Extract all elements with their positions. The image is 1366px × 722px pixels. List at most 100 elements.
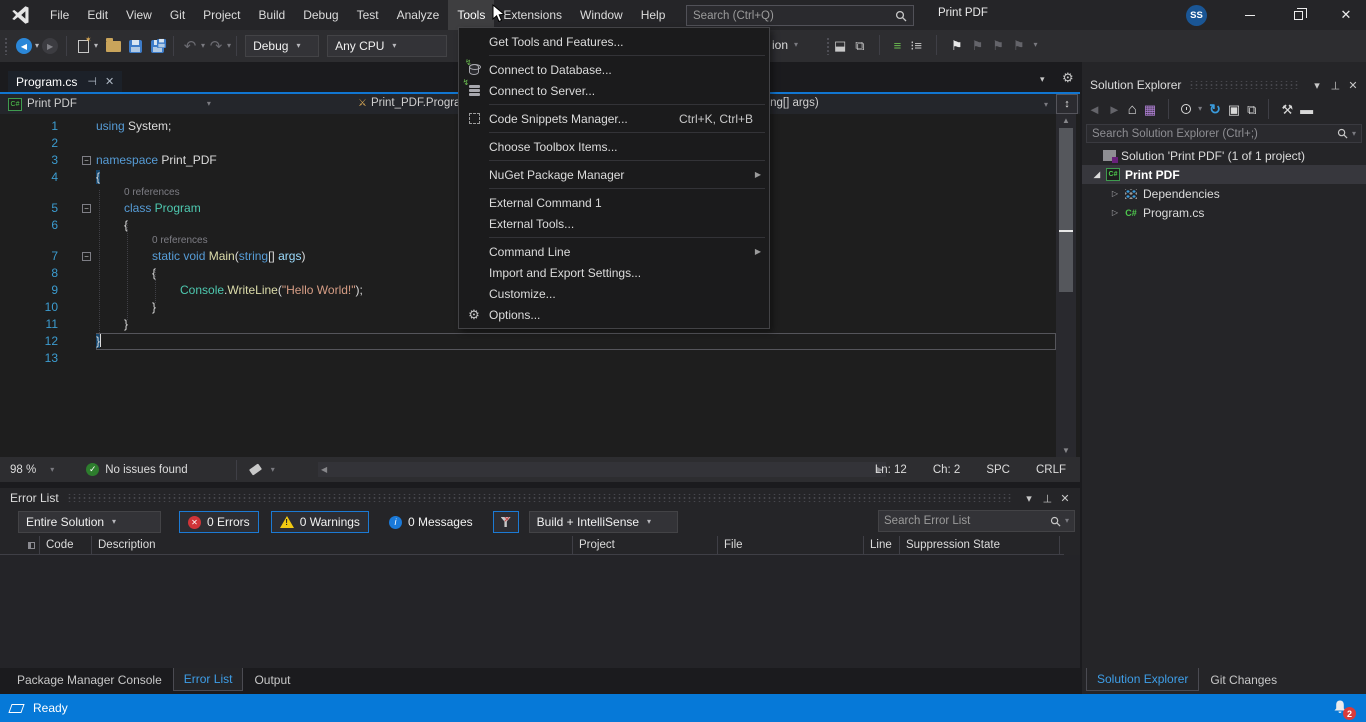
filter-dropdown[interactable]: ▾ (1198, 105, 1202, 113)
column-header-description[interactable]: Description (92, 536, 573, 555)
menu-help[interactable]: Help (632, 0, 675, 30)
solution-explorer-search-box[interactable]: ▾ (1086, 124, 1362, 143)
breadcrumb-member-dropdown[interactable]: ▾ (1044, 101, 1048, 109)
scope-combo[interactable]: Entire Solution▾ (18, 511, 161, 533)
home-icon[interactable]: ⌂ (1128, 102, 1137, 117)
account-avatar[interactable]: SS (1186, 5, 1207, 26)
error-list-search-box[interactable]: ▾ (878, 510, 1075, 532)
toggle-bookmark-icon[interactable]: ⚑ (951, 39, 963, 52)
breadcrumb-file[interactable]: ⚔ Print_PDF.Program (358, 97, 470, 109)
menu-file[interactable]: File (41, 0, 78, 30)
messages-filter-toggle[interactable]: i0 Messages (381, 511, 481, 533)
configuration-combo[interactable]: Debug▾ (245, 35, 319, 57)
expanded-arrow-icon[interactable]: ◢ (1090, 170, 1104, 179)
breadcrumb-project[interactable]: Print PDF (27, 98, 77, 110)
menu-build[interactable]: Build (250, 0, 295, 30)
tab-git-changes[interactable]: Git Changes (1199, 668, 1288, 692)
notification-count-badge[interactable]: 2 (1343, 707, 1356, 720)
toolbar-grip[interactable] (826, 37, 830, 55)
menu-tools[interactable]: Tools (448, 0, 494, 30)
search-options-dropdown[interactable]: ▾ (1065, 517, 1069, 525)
menu-item-connect-to-database[interactable]: Connect to Database... (459, 59, 769, 80)
toolbar-grip[interactable] (4, 37, 8, 55)
column-header-line[interactable]: Line (864, 536, 900, 555)
close-button[interactable]: ✕ (1328, 0, 1364, 30)
tree-item-solution-print-pdf-1-of-1-project[interactable]: Solution 'Print PDF' (1 of 1 project) (1082, 146, 1366, 165)
navigate-forward-button[interactable]: ▶ (39, 35, 61, 57)
warnings-filter-toggle[interactable]: 0 Warnings (271, 511, 369, 533)
menu-item-code-snippets-manager[interactable]: Code Snippets Manager...Ctrl+K, Ctrl+B (459, 108, 769, 129)
column-indicator[interactable]: Ch: 2 (933, 464, 961, 476)
document-list-dropdown-icon[interactable]: ▾ (1040, 74, 1045, 85)
collapsed-arrow-icon[interactable]: ▷ (1108, 189, 1122, 198)
pin-panel-icon[interactable]: ⊣ (1329, 76, 1342, 94)
menu-item-options[interactable]: ⚙Options... (459, 304, 769, 325)
menu-analyze[interactable]: Analyze (388, 0, 449, 30)
menu-window[interactable]: Window (571, 0, 632, 30)
collapsed-arrow-icon[interactable]: ▷ (1108, 208, 1122, 217)
preview-selected-icon[interactable]: ⧉ (1247, 103, 1256, 116)
pin-panel-icon[interactable]: ⊣ (1041, 489, 1054, 507)
bookmarks-dropdown[interactable]: ▾ (1034, 41, 1038, 49)
zoom-dropdown[interactable]: ▾ (50, 466, 54, 474)
column-header-file[interactable]: File (718, 536, 864, 555)
code-line-12[interactable]: 12} (0, 333, 1056, 350)
menu-item-command-line[interactable]: Command Line▶ (459, 241, 769, 262)
forward-icon[interactable]: ► (1108, 103, 1121, 116)
eraser-icon[interactable] (249, 463, 262, 475)
line-indicator[interactable]: Ln: 12 (875, 464, 907, 476)
quick-search-box[interactable] (686, 5, 914, 26)
error-list-search-input[interactable] (884, 515, 1050, 527)
column-header-suppression-state[interactable]: Suppression State (900, 536, 1060, 555)
menu-view[interactable]: View (117, 0, 161, 30)
menu-item-external-command-1[interactable]: External Command 1 (459, 192, 769, 213)
line-ending-indicator[interactable]: CRLF (1036, 464, 1066, 476)
navigate-backward-button[interactable]: ◀ (13, 35, 35, 57)
menu-item-customize[interactable]: Customize... (459, 283, 769, 304)
fold-collapse-icon[interactable]: − (82, 156, 91, 165)
fold-collapse-icon[interactable]: − (82, 252, 91, 261)
menu-item-get-tools-and-features[interactable]: Get Tools and Features... (459, 31, 769, 52)
zoom-level[interactable]: 98 % (10, 464, 36, 476)
save-all-button[interactable] (146, 35, 168, 57)
column-header-severity[interactable] (0, 536, 40, 555)
back-icon[interactable]: ◄ (1088, 103, 1101, 116)
collapse-all-icon[interactable]: ▣ (1228, 103, 1240, 116)
menu-item-connect-to-server[interactable]: Connect to Server... (459, 80, 769, 101)
errors-filter-toggle[interactable]: ✕0 Errors (179, 511, 259, 533)
next-bookmark-icon[interactable]: ⚑ (992, 39, 1004, 52)
horizontal-scrollbar[interactable]: ◀ ▶ (318, 462, 886, 477)
close-tab-icon[interactable]: ✕ (105, 75, 114, 88)
partially-hidden-combo[interactable]: ion▾ (772, 38, 798, 52)
comment-lines-icon[interactable]: ⁝≡ (910, 39, 922, 52)
search-input[interactable] (693, 10, 895, 22)
open-file-button[interactable] (102, 35, 124, 57)
error-list-body[interactable] (0, 555, 1080, 668)
column-header-project[interactable]: Project (573, 536, 718, 555)
pin-tab-icon[interactable]: ⊣ (87, 75, 97, 88)
window-position-dropdown-icon[interactable]: ▾ (1308, 79, 1326, 92)
close-panel-icon[interactable]: ✕ (1056, 492, 1074, 505)
restore-button[interactable] (1280, 0, 1316, 30)
redo-dropdown[interactable]: ▾ (227, 42, 231, 50)
minimize-button[interactable] (1232, 0, 1268, 30)
column-header-code[interactable]: Code (40, 536, 92, 555)
new-project-button[interactable] (72, 35, 94, 57)
spaces-indicator[interactable]: SPC (986, 464, 1010, 476)
vertical-scrollbar[interactable]: ▲ ▼ (1056, 114, 1076, 457)
new-project-dropdown[interactable]: ▾ (94, 42, 98, 50)
menu-item-choose-toolbox-items[interactable]: Choose Toolbox Items... (459, 136, 769, 157)
tab-program-cs[interactable]: Program.cs ⊣ ✕ (8, 71, 122, 92)
solution-explorer-search-input[interactable] (1092, 128, 1337, 140)
tree-item-dependencies[interactable]: ▷Dependencies (1082, 184, 1366, 203)
split-editor-handle[interactable]: ↕ (1056, 94, 1078, 114)
fold-collapse-icon[interactable]: − (82, 204, 91, 213)
code-line-13[interactable]: 13 (0, 350, 1056, 367)
scrollbar-thumb[interactable] (1059, 128, 1073, 292)
menu-test[interactable]: Test (348, 0, 388, 30)
menu-item-external-tools[interactable]: External Tools... (459, 213, 769, 234)
menu-git[interactable]: Git (161, 0, 194, 30)
tree-item-program-cs[interactable]: ▷C#Program.cs (1082, 203, 1366, 222)
switch-views-icon[interactable]: ▦ (1144, 103, 1156, 116)
indent-lines-icon[interactable]: ≡ (894, 39, 902, 52)
